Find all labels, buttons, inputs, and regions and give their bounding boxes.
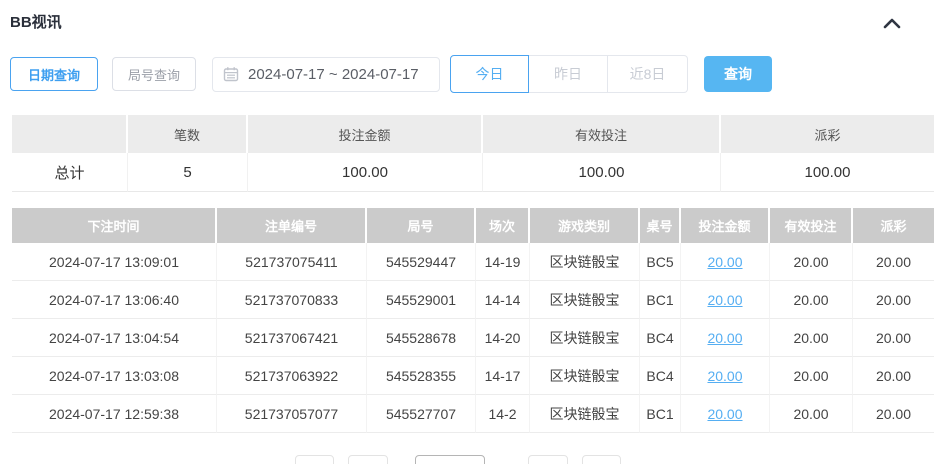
query-toolbar: 日期查询 局号查询 2024-07-17 ~ 2024-07-17 今日 昨日 … bbox=[10, 55, 772, 93]
cell-slip: 521737057077 bbox=[217, 395, 367, 433]
bb-video-panel: BB视讯 日期查询 局号查询 2024-07-17 ~ 2024-07-17 今… bbox=[0, 0, 946, 464]
summary-header-blank bbox=[12, 115, 128, 153]
cell-time: 2024-07-17 13:09:01 bbox=[12, 243, 217, 281]
cell-session: 14-2 bbox=[476, 395, 530, 433]
tab-date-query[interactable]: 日期查询 bbox=[10, 57, 98, 91]
cell-round: 545529447 bbox=[367, 243, 476, 281]
bet-amount-link[interactable]: 20.00 bbox=[707, 330, 742, 346]
summary-total-label: 总计 bbox=[12, 153, 128, 192]
summary-total-payout: 100.00 bbox=[721, 153, 934, 192]
cell-slip: 521737075411 bbox=[217, 243, 367, 281]
cell-table: BC4 bbox=[640, 357, 681, 395]
table-row: 2024-07-17 13:04:54 521737067421 5455286… bbox=[12, 319, 934, 357]
tab-round-query[interactable]: 局号查询 bbox=[112, 57, 196, 91]
calendar-icon bbox=[223, 66, 239, 82]
cell-slip: 521737067421 bbox=[217, 319, 367, 357]
detail-header-time: 下注时间 bbox=[12, 208, 217, 243]
detail-header-slip: 注单编号 bbox=[217, 208, 367, 243]
quick-filter-yesterday[interactable]: 昨日 bbox=[529, 55, 608, 93]
detail-header-game: 游戏类别 bbox=[530, 208, 640, 243]
query-button[interactable]: 查询 bbox=[704, 56, 772, 92]
summary-header-row: 笔数 投注金额 有效投注 派彩 bbox=[12, 115, 934, 153]
cell-round: 545528355 bbox=[367, 357, 476, 395]
cell-valid: 20.00 bbox=[770, 281, 853, 319]
cell-valid: 20.00 bbox=[770, 319, 853, 357]
pagination-page-size-select[interactable] bbox=[415, 455, 485, 464]
date-range-value: 2024-07-17 ~ 2024-07-17 bbox=[248, 65, 419, 83]
quick-filter-last8days[interactable]: 近8日 bbox=[608, 55, 688, 93]
pagination-next-button[interactable] bbox=[528, 455, 568, 464]
cell-valid: 20.00 bbox=[770, 357, 853, 395]
summary-total-count: 5 bbox=[128, 153, 248, 192]
cell-payout: 20.00 bbox=[853, 395, 934, 433]
table-row: 2024-07-17 13:09:01 521737075411 5455294… bbox=[12, 243, 934, 281]
quick-filter-today[interactable]: 今日 bbox=[450, 55, 529, 93]
cell-slip: 521737070833 bbox=[217, 281, 367, 319]
bet-amount-link[interactable]: 20.00 bbox=[707, 292, 742, 308]
page-title: BB视讯 bbox=[10, 14, 62, 31]
cell-valid: 20.00 bbox=[770, 243, 853, 281]
cell-session: 14-19 bbox=[476, 243, 530, 281]
detail-header-valid: 有效投注 bbox=[770, 208, 853, 243]
table-row: 2024-07-17 12:59:38 521737057077 5455277… bbox=[12, 395, 934, 433]
pagination-page-button[interactable] bbox=[348, 455, 388, 464]
cell-game: 区块链骰宝 bbox=[530, 243, 640, 281]
cell-payout: 20.00 bbox=[853, 243, 934, 281]
date-range-input[interactable]: 2024-07-17 ~ 2024-07-17 bbox=[212, 56, 440, 92]
cell-time: 2024-07-17 13:03:08 bbox=[12, 357, 217, 395]
cell-session: 14-20 bbox=[476, 319, 530, 357]
cell-time: 2024-07-17 13:04:54 bbox=[12, 319, 217, 357]
cell-game: 区块链骰宝 bbox=[530, 357, 640, 395]
detail-header-payout: 派彩 bbox=[853, 208, 934, 243]
cell-game: 区块链骰宝 bbox=[530, 319, 640, 357]
summary-header-payout: 派彩 bbox=[721, 115, 934, 153]
cell-table: BC4 bbox=[640, 319, 681, 357]
cell-time: 2024-07-17 13:06:40 bbox=[12, 281, 217, 319]
cell-table: BC1 bbox=[640, 395, 681, 433]
cell-table: BC5 bbox=[640, 243, 681, 281]
cell-game: 区块链骰宝 bbox=[530, 281, 640, 319]
cell-game: 区块链骰宝 bbox=[530, 395, 640, 433]
table-row: 2024-07-17 13:06:40 521737070833 5455290… bbox=[12, 281, 934, 319]
cell-slip: 521737063922 bbox=[217, 357, 367, 395]
panel-header: BB视讯 bbox=[10, 10, 946, 36]
cell-time: 2024-07-17 12:59:38 bbox=[12, 395, 217, 433]
summary-table: 笔数 投注金额 有效投注 派彩 总计 5 100.00 100.00 100.0… bbox=[12, 115, 934, 192]
bet-amount-link[interactable]: 20.00 bbox=[707, 254, 742, 270]
cell-round: 545527707 bbox=[367, 395, 476, 433]
cell-payout: 20.00 bbox=[853, 281, 934, 319]
detail-header-bet: 投注金额 bbox=[681, 208, 770, 243]
summary-total-valid: 100.00 bbox=[483, 153, 721, 192]
chevron-up-icon bbox=[882, 18, 902, 33]
cell-valid: 20.00 bbox=[770, 395, 853, 433]
cell-payout: 20.00 bbox=[853, 357, 934, 395]
cell-table: BC1 bbox=[640, 281, 681, 319]
summary-total-row: 总计 5 100.00 100.00 100.00 bbox=[12, 153, 934, 192]
bet-amount-link[interactable]: 20.00 bbox=[707, 406, 742, 422]
bet-amount-link[interactable]: 20.00 bbox=[707, 368, 742, 384]
cell-session: 14-17 bbox=[476, 357, 530, 395]
cell-payout: 20.00 bbox=[853, 319, 934, 357]
summary-header-valid: 有效投注 bbox=[483, 115, 721, 153]
cell-round: 545529001 bbox=[367, 281, 476, 319]
collapse-button[interactable] bbox=[878, 12, 906, 36]
pagination-jump-button[interactable] bbox=[582, 455, 621, 464]
summary-total-bet: 100.00 bbox=[248, 153, 483, 192]
bet-records-table: 下注时间 注单编号 局号 场次 游戏类别 桌号 投注金额 有效投注 派彩 202… bbox=[12, 208, 934, 433]
pagination-prev-button[interactable] bbox=[295, 455, 334, 464]
detail-header-row: 下注时间 注单编号 局号 场次 游戏类别 桌号 投注金额 有效投注 派彩 bbox=[12, 208, 934, 243]
detail-header-round: 局号 bbox=[367, 208, 476, 243]
summary-header-count: 笔数 bbox=[128, 115, 248, 153]
detail-header-table: 桌号 bbox=[640, 208, 681, 243]
cell-round: 545528678 bbox=[367, 319, 476, 357]
table-row: 2024-07-17 13:03:08 521737063922 5455283… bbox=[12, 357, 934, 395]
detail-header-session: 场次 bbox=[476, 208, 530, 243]
quick-filter-group: 今日 昨日 近8日 bbox=[450, 55, 688, 93]
summary-header-bet: 投注金额 bbox=[248, 115, 483, 153]
cell-session: 14-14 bbox=[476, 281, 530, 319]
